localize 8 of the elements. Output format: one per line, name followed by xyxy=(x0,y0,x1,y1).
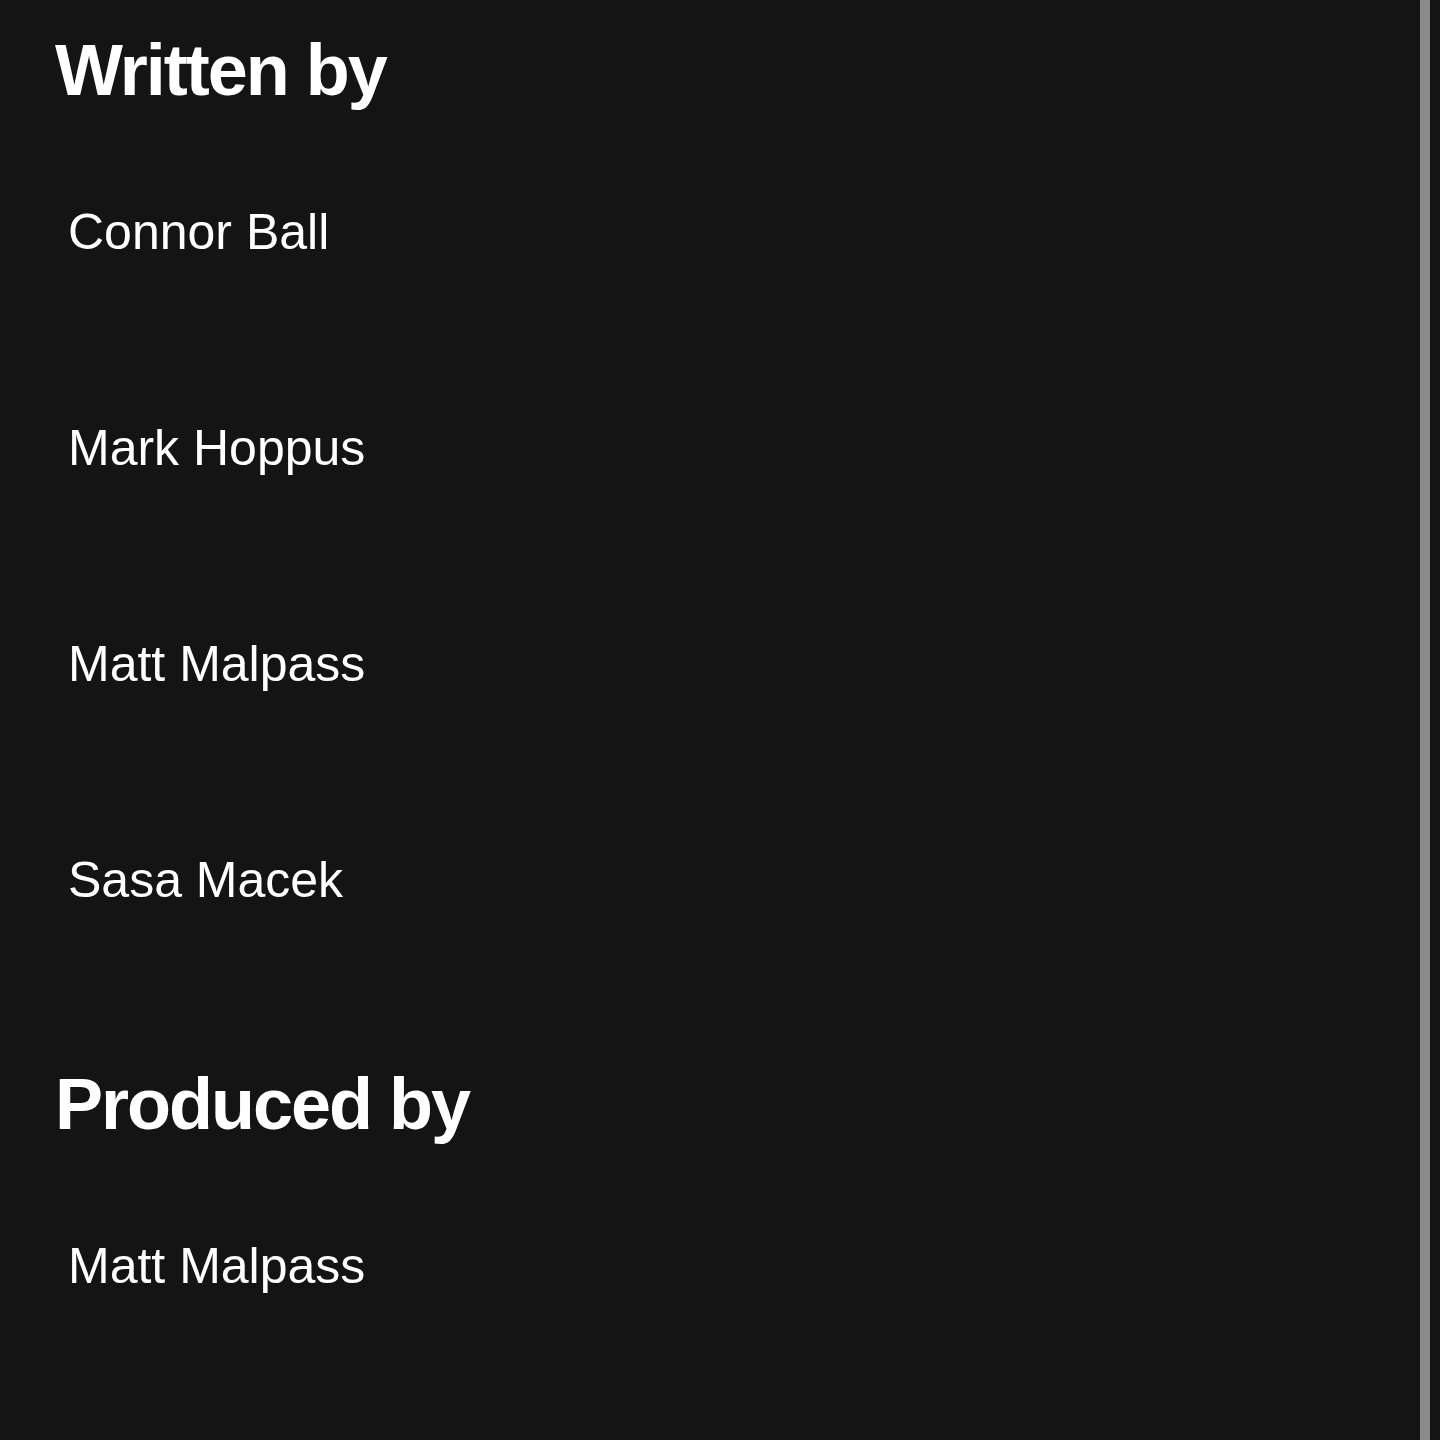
credit-name[interactable]: Sasa Macek xyxy=(68,854,344,906)
section-heading: Produced by xyxy=(55,1063,470,1146)
scrollbar[interactable] xyxy=(1420,0,1430,1440)
credit-name[interactable]: Mark Hoppus xyxy=(68,422,366,474)
credit-name[interactable]: Connor Ball xyxy=(68,206,330,258)
section-heading: Written by xyxy=(55,29,386,112)
credit-name[interactable]: Matt Malpass xyxy=(68,1240,366,1292)
credit-name[interactable]: Matt Malpass xyxy=(68,638,366,690)
